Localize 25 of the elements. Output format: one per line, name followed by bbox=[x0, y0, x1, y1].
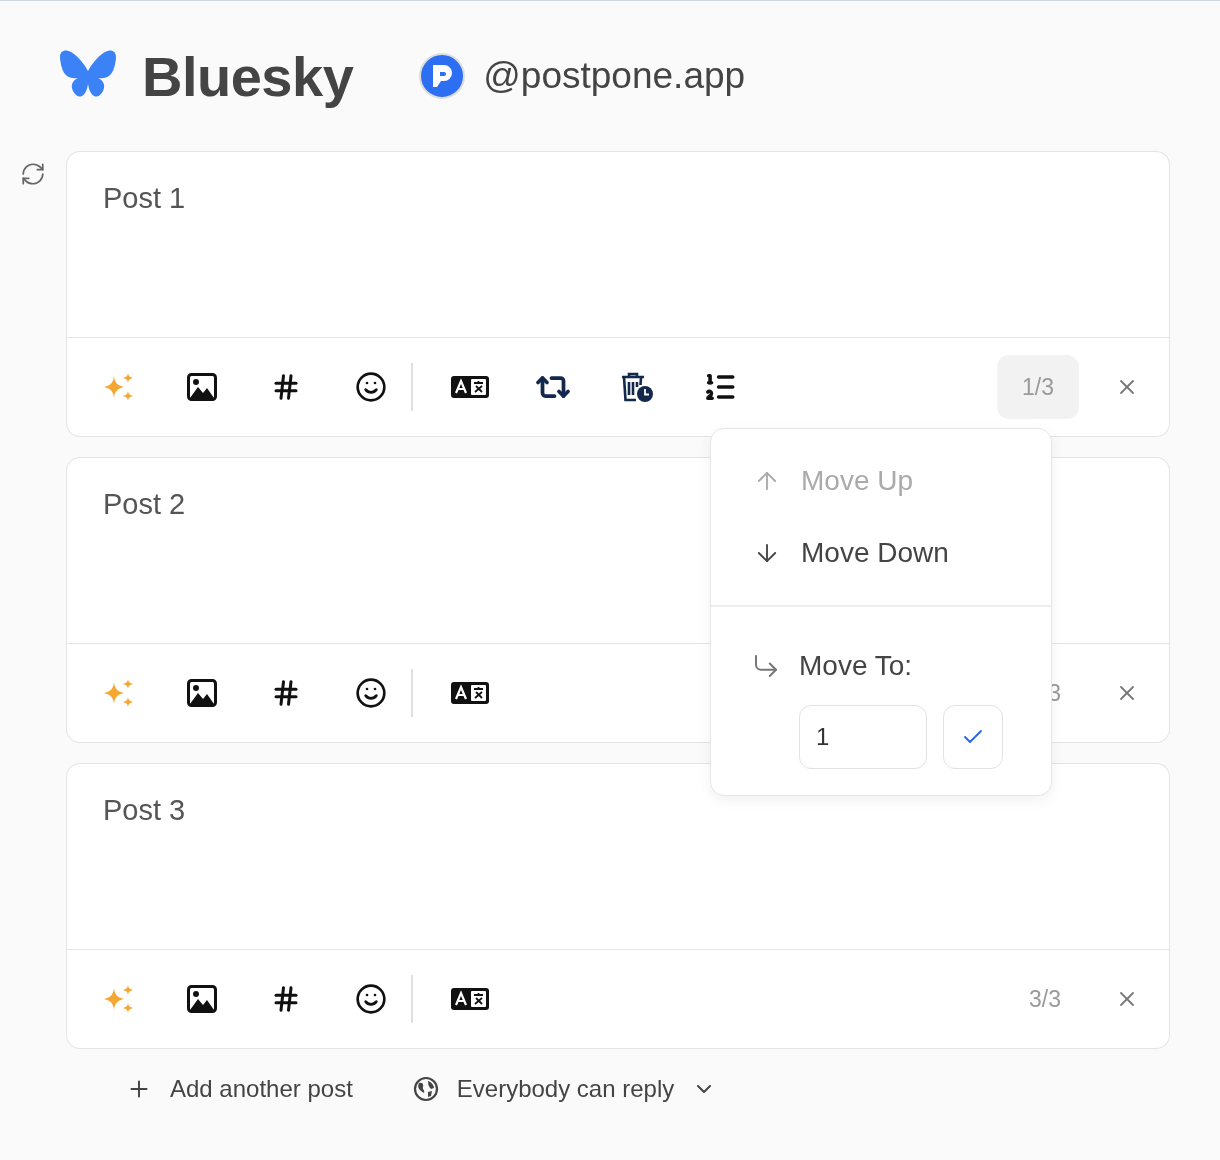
menu-item[interactable]: Move Down bbox=[711, 517, 1051, 589]
sparkles-icon bbox=[103, 984, 135, 1014]
avatar-logo bbox=[419, 53, 466, 99]
globe-icon bbox=[412, 1076, 439, 1102]
trash-clock-icon bbox=[619, 371, 655, 403]
translate-icon bbox=[451, 682, 489, 704]
move-to-label: Move To: bbox=[799, 650, 913, 682]
account-handle: @postpone.app bbox=[483, 55, 746, 97]
refresh-icon[interactable] bbox=[20, 161, 46, 187]
smiley-icon bbox=[355, 677, 387, 709]
translate-icon bbox=[451, 988, 489, 1010]
image-icon bbox=[187, 985, 217, 1013]
sparkles-icon bbox=[103, 372, 135, 402]
network-name: Bluesky bbox=[142, 43, 354, 109]
smiley-icon bbox=[355, 983, 387, 1015]
image-icon bbox=[187, 373, 217, 401]
smiley-icon bbox=[355, 371, 387, 403]
add-post-button[interactable]: Add another post bbox=[126, 1067, 353, 1111]
post-input[interactable]: Post 3 bbox=[66, 763, 1170, 950]
position-field[interactable]: 1 bbox=[799, 705, 927, 769]
sparkles-icon bbox=[103, 678, 135, 708]
post-input[interactable]: Post 1 bbox=[66, 151, 1170, 338]
translate-icon bbox=[451, 376, 489, 398]
image-icon bbox=[187, 679, 217, 707]
reply-setting-dropdown[interactable]: Everybody can reply bbox=[412, 1067, 717, 1111]
